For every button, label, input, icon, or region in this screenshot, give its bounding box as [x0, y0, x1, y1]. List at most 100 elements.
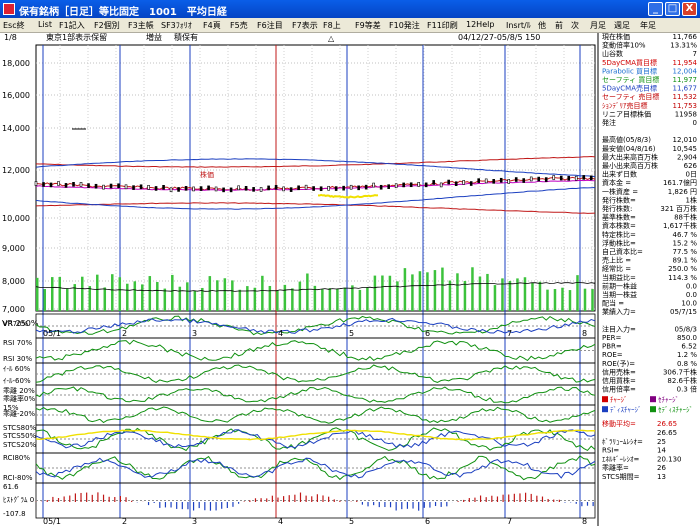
- menu-item[interactable]: F5売: [230, 20, 248, 31]
- info-value: 250.0 %: [668, 265, 697, 273]
- info-label: 配当 =: [602, 299, 624, 308]
- candle: [589, 175, 593, 181]
- candle: [124, 184, 128, 190]
- menu-item[interactable]: 前: [555, 20, 563, 31]
- info-value: 20.130: [657, 455, 682, 463]
- x-axis-label: 4: [278, 517, 283, 526]
- volume-bar: [366, 287, 369, 311]
- x-axis-label: 7: [507, 329, 512, 338]
- info-label: 現在株価: [602, 33, 630, 41]
- info-value: 12,010: [673, 136, 698, 144]
- candle: [64, 183, 68, 188]
- volume-bar: [246, 286, 249, 311]
- info-value: 89.1 %: [673, 257, 698, 265]
- close-button[interactable]: X: [682, 2, 697, 16]
- info-value: 10,545: [673, 145, 698, 153]
- minimize-button[interactable]: _: [648, 2, 663, 16]
- menu-item[interactable]: F4頁: [203, 20, 221, 31]
- candle: [147, 185, 150, 190]
- info-value: 0日: [686, 171, 697, 179]
- info-value: 13.31%: [670, 42, 697, 50]
- menu-item[interactable]: 12Help: [466, 20, 494, 29]
- info-value: 13: [657, 473, 666, 481]
- volume-bar: [163, 288, 167, 311]
- volume-bar: [321, 289, 324, 311]
- volume-bar: [223, 278, 227, 311]
- menu-item[interactable]: F11印刷: [427, 20, 458, 31]
- info-value: 11,753: [673, 102, 698, 110]
- info-value: 26.65: [657, 420, 677, 428]
- x-axis-label: 5: [349, 517, 354, 526]
- menu-item[interactable]: 月足: [590, 20, 606, 31]
- info-value: 1,826 円: [668, 188, 697, 196]
- info-label: 5DayCMA買目標: [602, 58, 657, 67]
- candle: [169, 187, 173, 193]
- candle: [432, 180, 435, 185]
- maximize-button[interactable]: □: [665, 2, 680, 16]
- menu-item[interactable]: F7表示: [292, 20, 318, 31]
- volume-bar: [478, 276, 482, 311]
- info-value: 77.5 %: [673, 248, 698, 256]
- info-label: 最安値(04/8/16): [602, 144, 656, 153]
- price-axis-label: 12,000: [2, 166, 30, 175]
- menu-item[interactable]: 他: [538, 20, 546, 31]
- price-axis-label: 16,000: [2, 91, 30, 100]
- function-key-menu: Esc終 List F1記入 F2個別 F3主帳 SF3ﾌｫﾘｵ F4頁 F5売 F6注目 F7表…: [0, 18, 700, 33]
- candle: [132, 185, 135, 190]
- menu-item[interactable]: 年足: [640, 20, 656, 31]
- menu-item[interactable]: F8上: [323, 20, 341, 31]
- indicator-label: STCS20%: [3, 441, 37, 449]
- info-value: 0.8 %: [677, 360, 697, 368]
- info-label: 山谷数: [602, 49, 623, 58]
- x-axis-label: 2: [122, 329, 127, 338]
- info-value: 25: [657, 438, 666, 446]
- info-label: ROE=: [602, 351, 623, 359]
- x-axis-label: 2: [122, 517, 127, 526]
- menu-item[interactable]: F10発注: [389, 20, 420, 31]
- volume-bar: [523, 277, 527, 311]
- volume-bar: [133, 281, 137, 311]
- menu-item[interactable]: F2個別: [94, 20, 120, 31]
- volume-bar: [343, 287, 347, 311]
- info-label: 一株資産 =: [602, 187, 638, 196]
- volume-bar: [298, 281, 302, 311]
- info-value: 1.2 %: [677, 351, 697, 359]
- candle: [79, 182, 83, 187]
- x-axis-label: 8: [582, 329, 587, 338]
- menu-item[interactable]: Esc終: [3, 20, 25, 31]
- volume-bar: [306, 273, 309, 311]
- indicator-label: 乖離 20%: [3, 386, 35, 395]
- volume-bar: [88, 286, 92, 311]
- indicator-label: STCS80%: [3, 424, 37, 432]
- info-value: 26.65: [657, 429, 677, 437]
- menu-item[interactable]: 次: [571, 20, 579, 31]
- candle: [544, 177, 548, 182]
- menu-item[interactable]: List: [38, 20, 52, 29]
- candle: [229, 187, 233, 193]
- candle: [312, 186, 315, 191]
- volume-bar: [178, 286, 182, 311]
- volume-bar: [471, 267, 474, 311]
- info-label: 最高値(05/8/3): [602, 135, 651, 144]
- info-label: 移動平均=: [602, 419, 636, 428]
- menu-item[interactable]: 週足: [614, 20, 630, 31]
- info-label: 信用倍率=: [602, 385, 636, 394]
- menu-item[interactable]: F3主帳: [128, 20, 154, 31]
- menu-item[interactable]: Insrt/ﾙ: [506, 20, 531, 31]
- indicator-label: STCS50%: [3, 432, 37, 440]
- info-label: 売上比 =: [602, 256, 631, 265]
- legend-swatch: [602, 406, 608, 413]
- info-value: 11,977: [673, 76, 698, 84]
- info-label: セーフティ 売目標: [602, 92, 659, 101]
- menu-item[interactable]: F1記入: [59, 20, 85, 31]
- candle: [327, 185, 330, 191]
- info-value: 161.7億円: [663, 178, 697, 187]
- info-value: 10.0: [681, 300, 697, 308]
- candle: [289, 187, 293, 192]
- candle: [252, 187, 255, 192]
- volume-bar: [268, 285, 272, 311]
- menu-item[interactable]: SF3ﾌｫﾘｵ: [161, 20, 192, 31]
- menu-item[interactable]: F9等差: [355, 20, 381, 31]
- menu-item[interactable]: F6注目: [257, 20, 283, 31]
- candle: [259, 187, 263, 192]
